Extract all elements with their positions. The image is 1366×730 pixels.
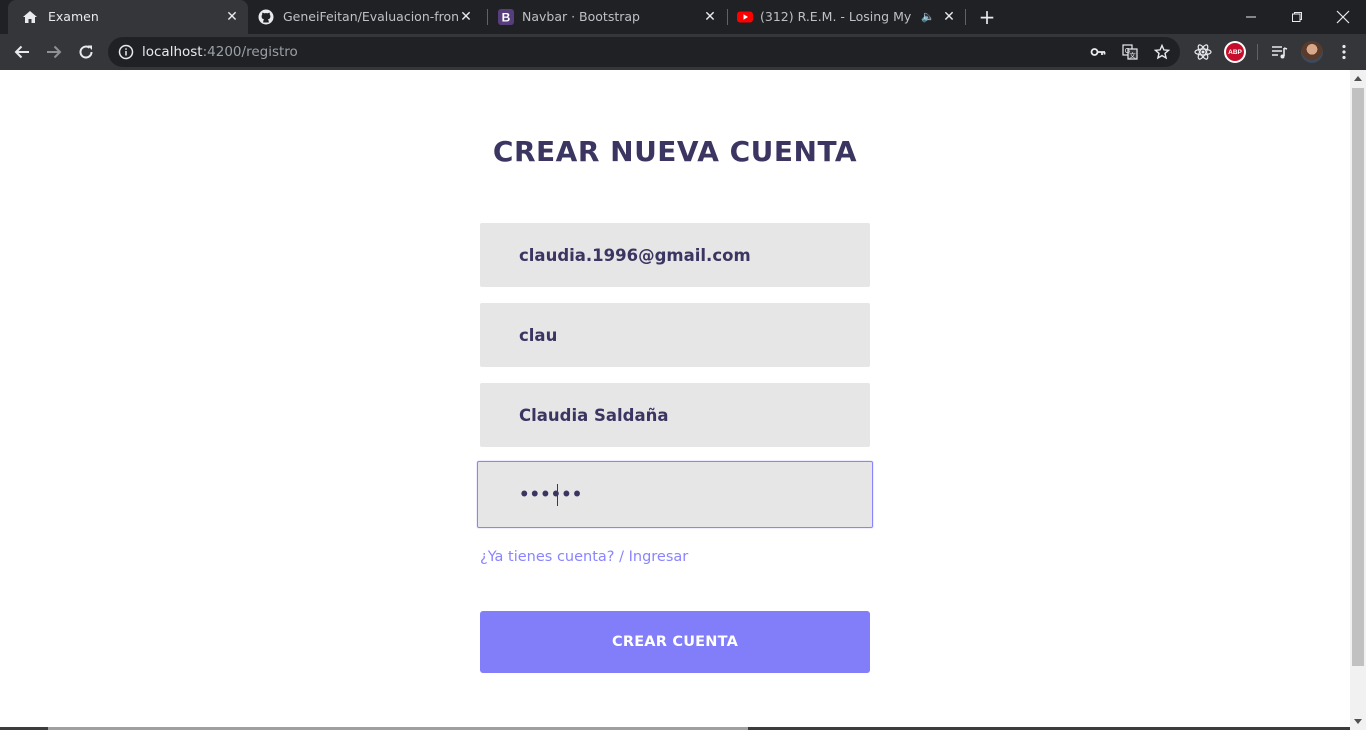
fullname-field[interactable] bbox=[480, 383, 870, 447]
url-host: localhost bbox=[142, 44, 203, 60]
scrollbar-thumb[interactable] bbox=[1352, 88, 1364, 666]
tab-separator bbox=[727, 9, 728, 25]
audio-playing-icon[interactable]: 🔈 bbox=[920, 9, 936, 25]
new-tab-icon[interactable]: + bbox=[976, 6, 998, 28]
tab-separator bbox=[487, 9, 488, 25]
tab-title: Navbar · Bootstrap bbox=[522, 9, 640, 24]
key-icon[interactable] bbox=[1090, 44, 1106, 60]
forward-icon[interactable] bbox=[40, 38, 68, 66]
bookmark-star-icon[interactable] bbox=[1154, 44, 1170, 60]
minimize-icon[interactable] bbox=[1228, 0, 1274, 34]
translate-icon[interactable]: G文 bbox=[1122, 44, 1138, 60]
scroll-up-icon[interactable] bbox=[1354, 76, 1362, 81]
password-field[interactable] bbox=[477, 461, 873, 528]
restore-icon[interactable] bbox=[1274, 0, 1320, 34]
tab-separator bbox=[965, 9, 966, 25]
close-tab-icon[interactable]: ✕ bbox=[941, 9, 957, 25]
svg-text:B: B bbox=[502, 11, 511, 25]
adblock-plus-icon[interactable]: ABP bbox=[1223, 40, 1247, 64]
bootstrap-icon: B bbox=[498, 9, 514, 25]
tab-youtube[interactable]: (312) R.E.M. - Losing My Religion 🔈 ✕ bbox=[730, 0, 966, 34]
fullname-input[interactable] bbox=[480, 383, 870, 447]
react-devtools-icon[interactable] bbox=[1191, 40, 1215, 64]
home-icon bbox=[22, 9, 38, 25]
tab-examen[interactable]: Examen ✕ bbox=[8, 0, 248, 34]
toolbar-separator bbox=[1257, 44, 1258, 60]
text-caret bbox=[557, 484, 558, 506]
back-icon[interactable] bbox=[8, 38, 36, 66]
media-control-icon[interactable] bbox=[1267, 40, 1291, 64]
tab-title: GeneiFeitan/Evaluacion-frontend bbox=[283, 9, 458, 24]
page-title: CREAR NUEVA CUENTA bbox=[492, 135, 858, 168]
tab-strip: Examen ✕ GeneiFeitan/Evaluacion-frontend… bbox=[0, 0, 1366, 34]
menu-dots-icon[interactable] bbox=[1332, 40, 1356, 64]
browser-toolbar: localhost:4200/registro G文 ABP bbox=[0, 34, 1366, 70]
close-tab-icon[interactable]: ✕ bbox=[224, 9, 240, 25]
github-icon bbox=[258, 9, 274, 25]
page-scrollbar[interactable] bbox=[1350, 70, 1366, 730]
abp-label: ABP bbox=[1226, 43, 1244, 61]
close-tab-icon[interactable]: ✕ bbox=[458, 9, 474, 25]
login-link[interactable]: ¿Ya tienes cuenta? / Ingresar bbox=[480, 549, 688, 565]
password-input[interactable] bbox=[478, 462, 872, 527]
tab-github[interactable]: GeneiFeitan/Evaluacion-frontend ✕ bbox=[250, 0, 486, 34]
address-bar[interactable]: localhost:4200/registro G文 bbox=[108, 37, 1180, 67]
tab-title: Examen bbox=[48, 9, 99, 24]
email-field[interactable] bbox=[480, 223, 870, 287]
reload-icon[interactable] bbox=[72, 38, 100, 66]
tab-bootstrap[interactable]: B Navbar · Bootstrap ✕ bbox=[490, 0, 726, 34]
scroll-down-icon[interactable] bbox=[1354, 719, 1362, 724]
username-field[interactable] bbox=[480, 303, 870, 367]
svg-text:文: 文 bbox=[1129, 50, 1136, 59]
window-close-icon[interactable] bbox=[1320, 0, 1366, 34]
tab-title: (312) R.E.M. - Losing My Religion bbox=[760, 9, 915, 24]
youtube-icon bbox=[737, 9, 753, 25]
site-info-icon[interactable] bbox=[118, 44, 134, 60]
email-input[interactable] bbox=[480, 223, 870, 287]
close-tab-icon[interactable]: ✕ bbox=[702, 9, 718, 25]
username-input[interactable] bbox=[480, 303, 870, 367]
profile-avatar[interactable] bbox=[1300, 40, 1324, 64]
url-path: :4200/registro bbox=[202, 44, 298, 60]
url-text: localhost:4200/registro bbox=[142, 44, 298, 60]
create-account-button[interactable]: CREAR CUENTA bbox=[480, 611, 870, 673]
